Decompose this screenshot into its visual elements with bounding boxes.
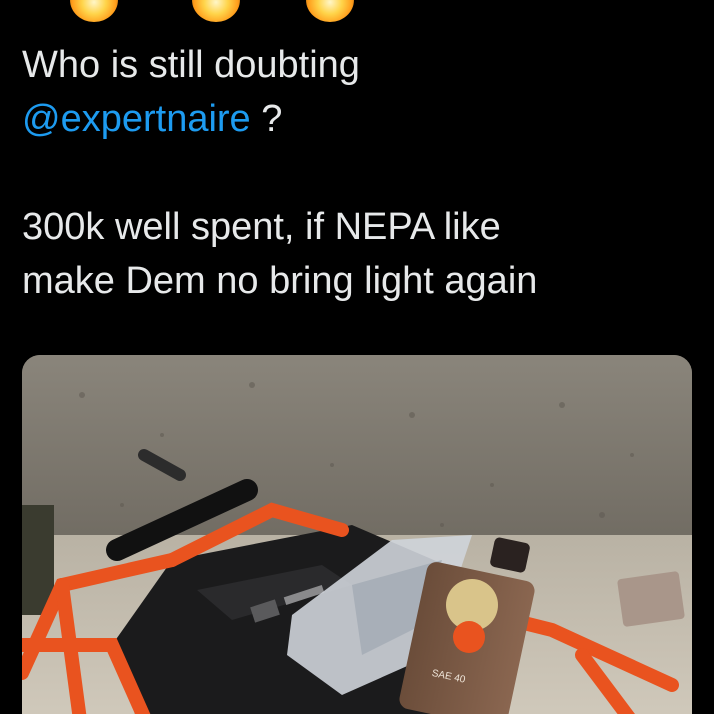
emoji-row: [0, 0, 714, 28]
mention-suffix: ?: [250, 98, 283, 140]
tweet-line-3: 300k well spent, if NEPA like: [22, 206, 501, 248]
wall-background: [22, 355, 692, 555]
tweet: Who is still doubting @expertnaire ? 300…: [0, 0, 714, 714]
fire-emoji-icon: [306, 0, 354, 22]
brick: [617, 571, 685, 627]
tweet-photo[interactable]: SAE 40: [22, 355, 692, 714]
generator-photo-illustration: SAE 40: [22, 355, 692, 714]
tweet-line-4: make Dem no bring light again: [22, 260, 538, 302]
tweet-line-2: @expertnaire ?: [22, 92, 692, 146]
tweet-text: Who is still doubting @expertnaire ? 300…: [22, 38, 692, 308]
tweet-line-1: Who is still doubting: [22, 44, 360, 86]
oil-bottle-badge: [453, 621, 485, 653]
fire-emoji-icon: [70, 0, 118, 22]
fire-emoji-icon: [192, 0, 240, 22]
mention-link[interactable]: @expertnaire: [22, 98, 251, 140]
